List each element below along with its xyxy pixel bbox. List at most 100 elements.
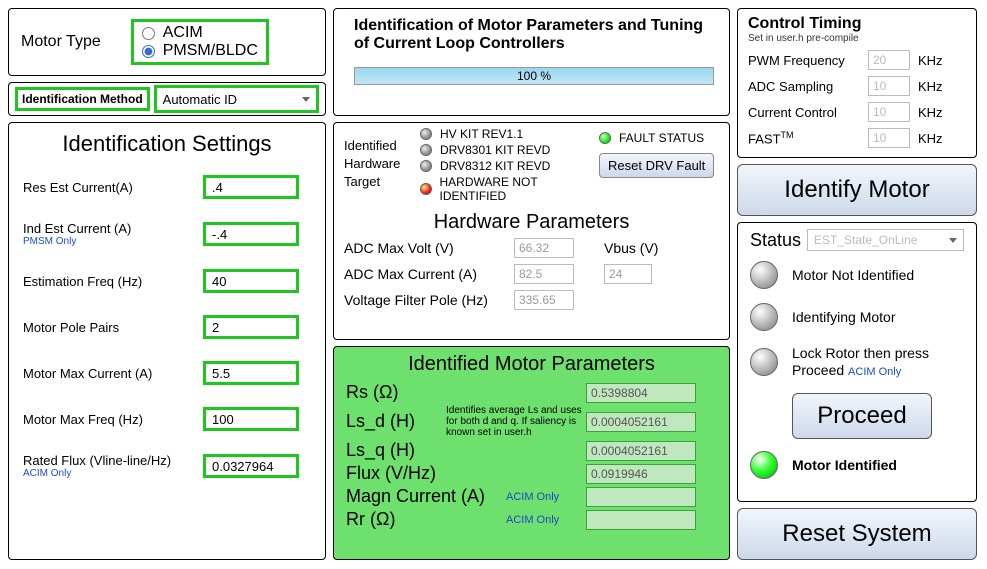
- led-off-icon: [420, 160, 432, 172]
- led-off-icon: [750, 261, 778, 289]
- reset-system-button[interactable]: Reset System: [737, 508, 977, 560]
- radio-pmsm[interactable]: [142, 45, 155, 58]
- adc-max-volt-value: 66.32: [514, 238, 574, 258]
- setting-input[interactable]: 2: [203, 315, 299, 339]
- flux-value: 0.0919946: [586, 464, 696, 484]
- led-green-icon: [750, 451, 778, 479]
- current-control-label: Current Control: [748, 105, 868, 120]
- magn-value: [586, 487, 696, 507]
- setting-input[interactable]: -.4: [203, 222, 299, 246]
- lsq-label: Ls_q (H): [346, 440, 446, 461]
- control-timing-panel: Control Timing Set in user.h pre-compile…: [737, 8, 977, 158]
- hardware-panel: Identified Hardware Target HV KIT REV1.1…: [333, 122, 730, 340]
- led-off-icon: [750, 348, 778, 376]
- motor-type-label: Motor Type: [21, 33, 101, 51]
- led-off-icon: [420, 144, 432, 156]
- motor-params-title: Identified Motor Parameters: [346, 353, 717, 376]
- motor-type-acim[interactable]: ACIM: [142, 24, 258, 42]
- motor-type-pmsm[interactable]: PMSM/BLDC: [142, 42, 258, 60]
- setting-sublabel: ACIM Only: [23, 468, 203, 479]
- setting-row-1: Ind Est Current (A)PMSM Only-.4: [23, 221, 311, 247]
- setting-row-4: Motor Max Current (A)5.5: [23, 361, 311, 385]
- setting-row-6: Rated Flux (Vline-line/Hz)ACIM Only0.032…: [23, 453, 311, 479]
- motor-params-panel: Identified Motor Parameters Rs (Ω) 0.5398…: [333, 346, 730, 560]
- led-off-icon: [420, 128, 432, 140]
- setting-input[interactable]: .4: [203, 175, 299, 199]
- status-lock-rotor: Lock Rotor then press Proceed ACIM Only: [750, 345, 964, 379]
- progress-bar: 100 %: [354, 67, 714, 85]
- rr-value: [586, 510, 696, 530]
- id-method-select[interactable]: Automatic ID: [154, 85, 319, 113]
- rs-label: Rs (Ω): [346, 382, 446, 403]
- id-settings-title: Identification Settings: [23, 131, 311, 157]
- hw-item-drv8312: DRV8312 KIT REVD: [420, 159, 599, 173]
- id-method-label: Identification Method: [15, 87, 150, 111]
- adc-max-current-label: ADC Max Current (A): [344, 266, 514, 282]
- setting-row-2: Estimation Freq (Hz)40: [23, 269, 311, 293]
- setting-row-0: Res Est Current(A).4: [23, 175, 311, 199]
- hw-item-notid: HARDWARE NOT IDENTIFIED: [420, 175, 599, 203]
- reset-drv-fault-button[interactable]: Reset DRV Fault: [599, 153, 714, 178]
- led-green-icon: [599, 132, 611, 144]
- setting-label: Estimation Freq (Hz): [23, 274, 203, 289]
- main-title-panel: Identification of Motor Parameters and T…: [333, 8, 730, 116]
- vfp-label: Voltage Filter Pole (Hz): [344, 292, 514, 308]
- lsq-value: 0.0004052161: [586, 441, 696, 461]
- id-settings-panel: Identification Settings Res Est Current(…: [8, 122, 326, 560]
- adc-max-volt-label: ADC Max Volt (V): [344, 240, 514, 256]
- motor-type-radio-group: ACIM PMSM/BLDC: [131, 19, 269, 65]
- control-timing-sub: Set in user.h pre-compile: [748, 33, 966, 44]
- rs-value: 0.5398804: [586, 383, 696, 403]
- acim-only-note: ACIM Only: [506, 514, 586, 526]
- setting-label: Motor Pole Pairs: [23, 320, 203, 335]
- ls-note: Identifies average Ls and uses for both …: [446, 405, 586, 438]
- radio-acim[interactable]: [142, 27, 155, 40]
- proceed-button[interactable]: Proceed: [792, 393, 932, 439]
- main-title-text: Identification of Motor Parameters and T…: [354, 17, 709, 53]
- magn-label: Magn Current (A): [346, 486, 506, 507]
- setting-input[interactable]: 40: [203, 269, 299, 293]
- adc-sampling-label: ADC Sampling: [748, 79, 868, 94]
- current-control-value: 10: [868, 102, 910, 122]
- chevron-down-icon: [949, 238, 957, 243]
- vfp-value: 335.65: [514, 290, 574, 310]
- fault-status: FAULT STATUS: [599, 131, 719, 145]
- setting-label: Res Est Current(A): [23, 180, 203, 195]
- flux-label: Flux (V/Hz): [346, 463, 446, 484]
- hw-params-title: Hardware Parameters: [344, 211, 719, 234]
- led-off-icon: [750, 303, 778, 331]
- hw-item-hvkit: HV KIT REV1.1: [420, 127, 599, 141]
- setting-label: Rated Flux (Vline-line/Hz)ACIM Only: [23, 453, 203, 479]
- status-identifying: Identifying Motor: [750, 303, 964, 331]
- setting-input[interactable]: 5.5: [203, 361, 299, 385]
- led-red-icon: [420, 183, 432, 195]
- setting-label: Motor Max Freq (Hz): [23, 412, 203, 427]
- fast-label: FASTTM: [748, 130, 868, 146]
- vbus-value: 24: [604, 264, 652, 284]
- adc-sampling-value: 10: [868, 76, 910, 96]
- setting-row-5: Motor Max Freq (Hz)100: [23, 407, 311, 431]
- setting-input[interactable]: 0.0327964: [203, 454, 299, 478]
- hw-target-list: HV KIT REV1.1 DRV8301 KIT REVD DRV8312 K…: [420, 127, 599, 205]
- acim-only-note: ACIM Only: [506, 491, 586, 503]
- lsd-label: Ls_d (H): [346, 411, 446, 432]
- status-panel: Status EST_State_OnLine Motor Not Identi…: [737, 222, 977, 502]
- motor-type-panel: Motor Type ACIM PMSM/BLDC: [8, 8, 326, 76]
- pwm-freq-value: 20: [868, 50, 910, 70]
- setting-sublabel: PMSM Only: [23, 236, 203, 247]
- status-not-identified: Motor Not Identified: [750, 261, 964, 289]
- rr-label: Rr (Ω): [346, 509, 506, 530]
- status-state-select[interactable]: EST_State_OnLine: [807, 229, 964, 251]
- identify-motor-button[interactable]: Identify Motor: [737, 164, 977, 216]
- fast-value: 10: [868, 128, 910, 148]
- lsd-value: 0.0004052161: [586, 412, 696, 432]
- setting-row-3: Motor Pole Pairs2: [23, 315, 311, 339]
- setting-label: Ind Est Current (A)PMSM Only: [23, 221, 203, 247]
- status-title: Status: [750, 230, 801, 251]
- setting-input[interactable]: 100: [203, 407, 299, 431]
- control-timing-title: Control Timing: [748, 15, 966, 33]
- setting-label: Motor Max Current (A): [23, 366, 203, 381]
- chevron-down-icon: [302, 97, 310, 102]
- id-method-panel: Identification Method Automatic ID: [8, 82, 326, 116]
- adc-max-current-value: 82.5: [514, 264, 574, 284]
